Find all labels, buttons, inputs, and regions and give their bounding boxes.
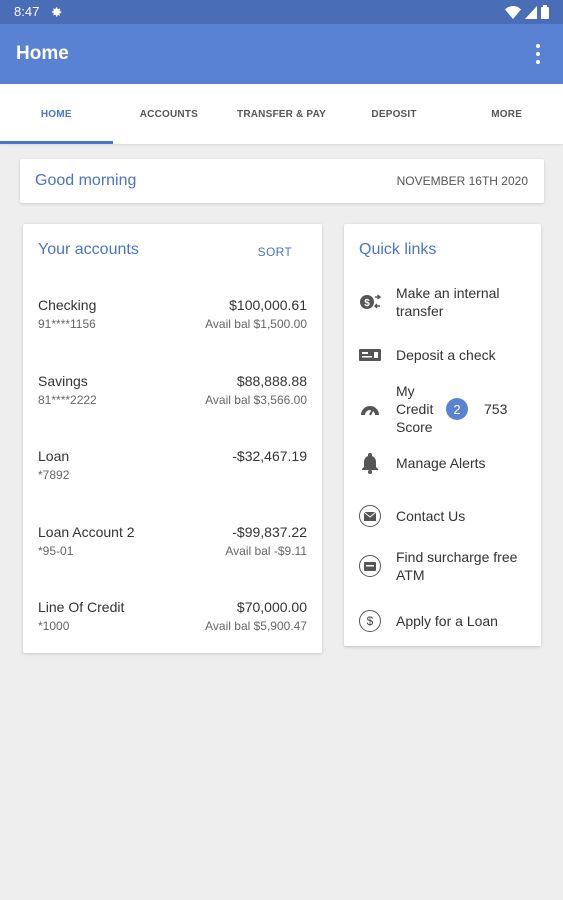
status-time: 8:47 [14, 4, 40, 19]
account-balance: -$99,837.22 [232, 524, 307, 540]
account-number: *7892 [38, 468, 70, 482]
atm-icon [358, 554, 382, 578]
overflow-menu-icon[interactable] [531, 42, 545, 66]
quick-link-internal-transfer[interactable]: $ Make an internal transfer [358, 284, 531, 320]
gauge-icon [358, 397, 382, 421]
tab-more[interactable]: MORE [450, 84, 563, 144]
account-balance: $70,000.00 [236, 599, 307, 615]
accounts-card: Your accounts SORT Checking 91****1156 $… [23, 224, 322, 653]
check-icon [358, 343, 382, 367]
account-number: *1000 [38, 619, 70, 633]
quick-link-label: Manage Alerts [396, 455, 486, 471]
bell-icon [358, 451, 382, 475]
sort-button[interactable]: SORT [258, 245, 292, 259]
quick-links-card: Quick links $ Make an internal transfer … [344, 224, 541, 646]
account-available: Avail bal $5,900.47 [205, 619, 307, 633]
account-name: Checking [38, 297, 97, 313]
signal-icon [525, 5, 537, 19]
tab-bar: HOME ACCOUNTS TRANSFER & PAY DEPOSIT MOR… [0, 84, 563, 144]
quick-link-contact-us[interactable]: Contact Us [358, 504, 531, 528]
quick-link-label: Make an internal transfer [396, 285, 500, 319]
app-bar: Home [0, 24, 563, 84]
svg-text:$: $ [364, 298, 370, 309]
dollar-glyph: $ [359, 610, 381, 632]
settings-gear-icon [51, 7, 62, 17]
quick-links-title: Quick links [359, 241, 437, 258]
account-row[interactable]: Savings 81****2222 $88,888.88 Avail bal … [38, 373, 307, 413]
account-row[interactable]: Loan Account 2 *95-01 -$99,837.22 Avail … [38, 524, 307, 564]
quick-link-label: Find surcharge free ATM [396, 549, 518, 583]
quick-link-label: Apply for a Loan [396, 613, 498, 629]
tab-deposit[interactable]: DEPOSIT [338, 84, 451, 144]
quick-link-find-atm[interactable]: Find surcharge free ATM [358, 548, 531, 584]
account-name: Loan Account 2 [38, 524, 135, 540]
account-number: 91****1156 [38, 317, 96, 331]
battery-icon [541, 5, 549, 19]
greeting-text: Good morning [35, 172, 137, 189]
account-number: 81****2222 [38, 393, 97, 407]
account-balance: $88,888.88 [236, 373, 307, 389]
wifi-icon [505, 5, 521, 19]
mail-icon [358, 504, 382, 528]
quick-link-label: My Credit Score [396, 383, 434, 435]
account-name: Line Of Credit [38, 599, 125, 615]
page-title: Home [16, 43, 69, 64]
tab-transfer-pay[interactable]: TRANSFER & PAY [225, 84, 338, 144]
credit-score-badge: 2 [446, 398, 468, 420]
quick-link-credit-score[interactable]: My Credit Score 2 753 [358, 382, 531, 436]
account-name: Loan [38, 448, 70, 464]
quick-link-manage-alerts[interactable]: Manage Alerts [358, 451, 531, 475]
account-available: Avail bal $3,566.00 [205, 393, 307, 407]
status-bar: 8:47 [0, 0, 563, 24]
account-row[interactable]: Checking 91****1156 $100,000.61 Avail ba… [38, 297, 307, 337]
dollar-icon: $ [358, 609, 382, 633]
credit-score-value: 753 [484, 401, 508, 417]
quick-link-label: Contact Us [396, 508, 466, 524]
quick-link-label: Deposit a check [396, 347, 496, 363]
tab-home[interactable]: HOME [0, 84, 113, 144]
quick-link-apply-loan[interactable]: $ Apply for a Loan [358, 609, 531, 633]
account-row[interactable]: Line Of Credit *1000 $70,000.00 Avail ba… [38, 599, 307, 639]
account-number: *95-01 [38, 544, 74, 558]
transfer-icon: $ [358, 290, 382, 314]
account-name: Savings [38, 373, 88, 389]
tab-accounts[interactable]: ACCOUNTS [113, 84, 226, 144]
quick-link-deposit-check[interactable]: Deposit a check [358, 343, 531, 367]
account-available: Avail bal $1,500.00 [205, 317, 307, 331]
greeting-date: NOVEMBER 16TH 2020 [396, 174, 528, 188]
account-balance: $100,000.61 [229, 297, 307, 313]
account-available: Avail bal -$9.11 [225, 544, 307, 558]
greeting-card: Good morning NOVEMBER 16TH 2020 [20, 159, 544, 203]
accounts-title: Your accounts [38, 241, 139, 258]
account-row[interactable]: Loan *7892 -$32,467.19 [38, 448, 307, 488]
account-balance: -$32,467.19 [232, 448, 307, 464]
